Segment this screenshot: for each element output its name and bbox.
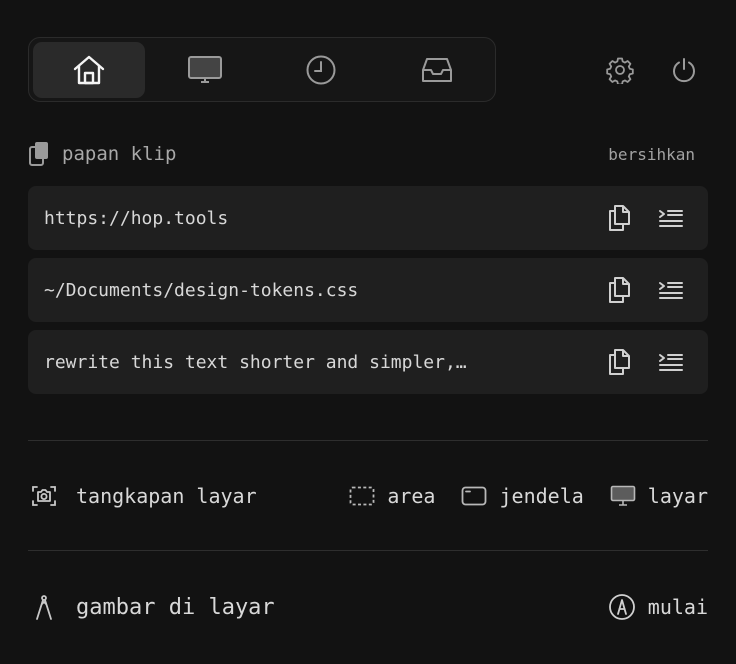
screenshot-options: area jendela layar	[349, 484, 708, 508]
clipboard-item[interactable]: https://hop.tools	[28, 186, 708, 250]
screenshot-area-label: area	[387, 484, 436, 508]
clipboard-item-text: https://hop.tools	[44, 207, 229, 229]
clipboard-header: papan klip bersihkan	[28, 140, 708, 168]
monitor-icon	[610, 485, 636, 507]
section-divider	[28, 550, 708, 551]
clock-icon	[305, 54, 337, 86]
clipboard-item[interactable]: rewrite this text shorter and simpler,…	[28, 330, 708, 394]
inbox-icon	[419, 55, 455, 85]
clipboard-item-actions	[606, 348, 684, 376]
screenshot-window-option[interactable]: jendela	[461, 484, 584, 508]
screenshot-window-label: jendela	[499, 484, 584, 508]
dashed-area-icon	[349, 485, 375, 507]
clipboard-item-actions	[606, 276, 684, 304]
tab-inbox[interactable]	[381, 42, 493, 98]
paste-insert-icon[interactable]	[658, 204, 684, 232]
clipboard-item-actions	[606, 204, 684, 232]
screenshot-area-option[interactable]: area	[349, 484, 435, 508]
tab-display[interactable]	[149, 42, 261, 98]
camera-icon	[28, 480, 60, 512]
draw-row: gambar di layar mulai	[28, 590, 708, 624]
screenshot-screen-label: layar	[647, 484, 708, 508]
compass-draw-icon	[28, 591, 60, 623]
home-icon	[72, 54, 106, 86]
power-button[interactable]	[668, 54, 700, 86]
draw-start-button[interactable]: mulai	[608, 593, 708, 621]
screenshot-label: tangkapan layar	[76, 484, 257, 508]
clear-clipboard-button[interactable]: bersihkan	[608, 145, 695, 164]
clipboard-icon	[28, 141, 52, 167]
paste-insert-icon[interactable]	[658, 276, 684, 304]
window-icon	[461, 485, 487, 507]
screenshot-screen-option[interactable]: layar	[610, 484, 708, 508]
draw-label: gambar di layar	[76, 594, 275, 620]
screenshot-row: tangkapan layar area jendela layar	[28, 480, 708, 512]
draw-start-label: mulai	[647, 595, 708, 619]
power-icon	[670, 56, 698, 84]
pen-circle-icon	[608, 593, 636, 621]
clipboard-title: papan klip	[62, 143, 177, 165]
clipboard-item-text: rewrite this text shorter and simpler,…	[44, 351, 467, 373]
section-divider	[28, 440, 708, 441]
clipboard-item-text: ~/Documents/design-tokens.css	[44, 279, 359, 301]
paste-insert-icon[interactable]	[658, 348, 684, 376]
copy-icon[interactable]	[606, 204, 632, 232]
monitor-icon	[187, 55, 223, 85]
copy-icon[interactable]	[606, 348, 632, 376]
main-tab-bar	[28, 37, 496, 102]
clipboard-item[interactable]: ~/Documents/design-tokens.css	[28, 258, 708, 322]
tab-home[interactable]	[33, 42, 145, 98]
copy-icon[interactable]	[606, 276, 632, 304]
tab-history[interactable]	[265, 42, 377, 98]
settings-button[interactable]	[604, 54, 636, 86]
gear-icon	[606, 56, 634, 84]
